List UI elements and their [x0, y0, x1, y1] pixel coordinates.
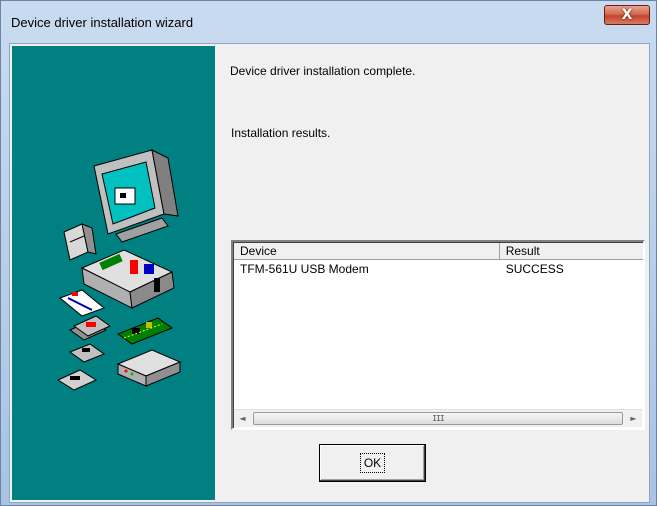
window-title: Device driver installation wizard: [11, 15, 194, 30]
results-label: Installation results.: [231, 126, 331, 140]
tape-drive-icon: [56, 369, 98, 391]
floppy-disk-icon-2: [68, 343, 106, 363]
ok-button-label: OK: [359, 453, 386, 473]
dialog-client-area: Device driver installation complete. Ins…: [9, 43, 650, 503]
title-bar[interactable]: Device driver installation wizard X: [1, 1, 656, 43]
manual-icon: [59, 289, 105, 317]
results-list[interactable]: Device Result TFM-561U USB Modem SUCCESS…: [231, 240, 645, 430]
result-cell: SUCCESS: [505, 262, 564, 276]
monitor-icon: [93, 149, 179, 243]
scroll-right-arrow-icon[interactable]: ►: [625, 410, 642, 427]
horizontal-scrollbar[interactable]: ◄ III ►: [234, 409, 642, 427]
column-header-device[interactable]: Device: [234, 243, 500, 260]
external-modem-icon: [116, 349, 182, 387]
completion-message: Device driver installation complete.: [230, 64, 416, 78]
computer-case-icon: [80, 249, 175, 309]
scroll-left-arrow-icon[interactable]: ◄: [234, 410, 251, 427]
device-cell: TFM-561U USB Modem: [240, 262, 369, 276]
table-row[interactable]: TFM-561U USB Modem SUCCESS: [234, 261, 643, 277]
ok-button[interactable]: OK: [319, 444, 426, 482]
column-header-result[interactable]: Result: [499, 243, 643, 260]
external-drive-icon: [63, 223, 97, 261]
close-icon: X: [621, 7, 633, 23]
grip-icon: III: [432, 414, 444, 423]
scrollbar-thumb[interactable]: III: [253, 412, 623, 425]
modem-card-icon: [116, 317, 174, 345]
close-button[interactable]: X: [604, 5, 650, 25]
floppy-disk-icon: [69, 315, 111, 341]
computer-hardware-illustration: [56, 149, 182, 391]
list-header: Device Result: [234, 243, 643, 260]
wizard-window: Device driver installation wizard X Devi…: [0, 0, 657, 506]
wizard-side-panel: [12, 46, 215, 500]
